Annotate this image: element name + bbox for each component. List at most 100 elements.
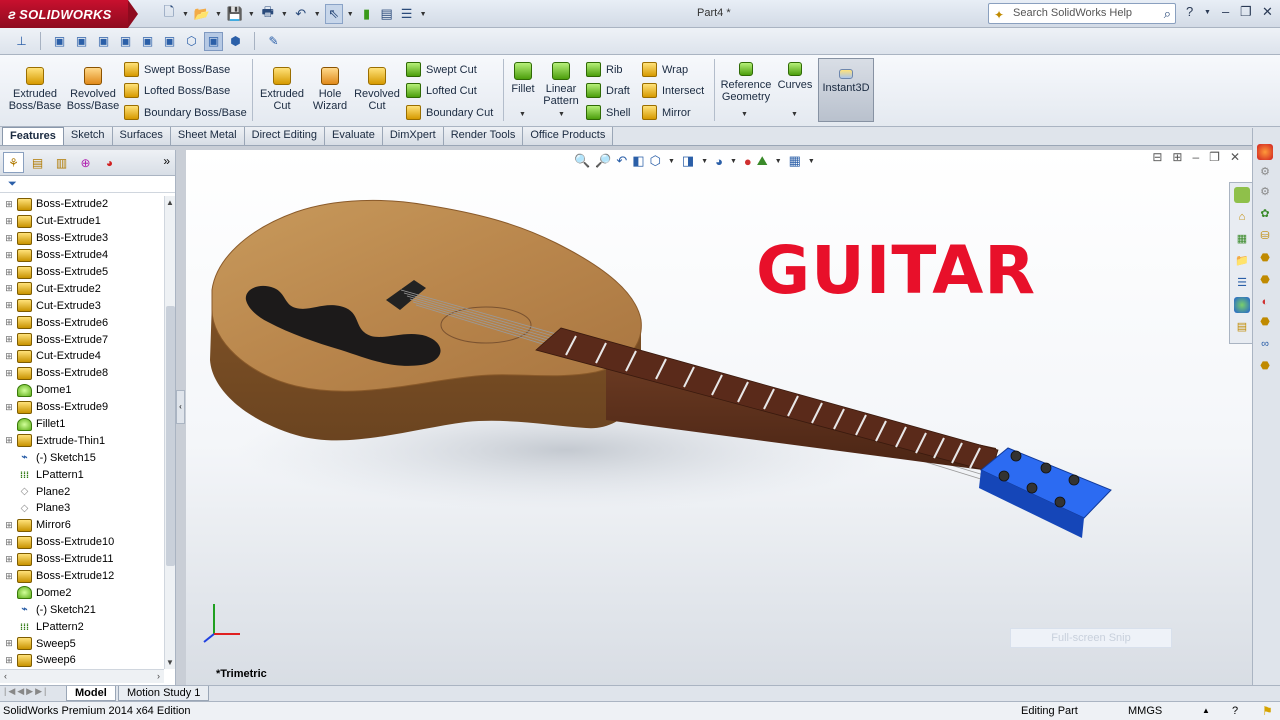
tree-item[interactable]: ⊞ Cut-Extrude3 xyxy=(0,297,164,314)
expand-toggle-icon[interactable]: ⊞ xyxy=(4,554,14,565)
expand-toggle-icon[interactable]: ⊞ xyxy=(4,233,14,244)
scroll-thumb[interactable] xyxy=(166,306,175,566)
tree-item[interactable]: ◇ Plane2 xyxy=(0,483,164,500)
expand-toggle-icon[interactable]: ⊞ xyxy=(4,216,14,227)
tree-item[interactable]: ⊞ Boss-Extrude9 xyxy=(0,399,164,416)
unit-system-button[interactable]: MMGS xyxy=(1128,702,1162,720)
close-icon[interactable]: ✕ xyxy=(1262,4,1273,20)
photoview-icon[interactable]: ◐ xyxy=(1257,294,1273,310)
configuration-manager-tab-icon[interactable]: ▥ xyxy=(51,152,72,173)
expand-toggle-icon[interactable]: ⊞ xyxy=(4,537,14,548)
solidworks-resources-icon[interactable] xyxy=(1234,187,1250,203)
print-dropdown-icon[interactable]: ▼ xyxy=(281,11,288,18)
database-icon[interactable]: ⛁ xyxy=(1257,228,1273,244)
tab-surfaces[interactable]: Surfaces xyxy=(112,127,171,145)
undo-icon[interactable]: ↶ xyxy=(292,4,310,24)
tree-item[interactable]: ⊞ Boss-Extrude12 xyxy=(0,568,164,585)
appearances-icon[interactable] xyxy=(1257,144,1273,160)
intersect-button[interactable]: Intersect xyxy=(642,83,704,98)
panel-collapse-handle[interactable]: ‹ xyxy=(176,390,185,424)
tree-item[interactable]: ⊞ Cut-Extrude2 xyxy=(0,280,164,297)
tree-item[interactable]: ⌁ (-) Sketch21 xyxy=(0,601,164,618)
scroll-down-icon[interactable]: ▼ xyxy=(166,658,174,667)
new-dropdown-icon[interactable]: ▼ xyxy=(182,11,189,18)
tree-item[interactable]: ⊞ Boss-Extrude4 xyxy=(0,247,164,264)
hole-wizard-button[interactable]: Hole Wizard xyxy=(308,67,352,112)
expand-toggle-icon[interactable]: ⊞ xyxy=(4,655,14,666)
trimetric-view-icon[interactable]: ▣ xyxy=(204,31,223,51)
tree-item[interactable]: Fillet1 xyxy=(0,416,164,433)
minimize-icon[interactable]: – xyxy=(1222,4,1229,19)
scroll-up-icon[interactable]: ▲ xyxy=(166,198,174,207)
revolved-cut-button[interactable]: Revolved Cut xyxy=(354,67,400,112)
file-explorer-icon[interactable]: 📁 xyxy=(1234,253,1250,269)
right-view-icon[interactable]: ▣ xyxy=(116,32,135,51)
help-dropdown-icon[interactable]: ▼ xyxy=(1204,9,1211,16)
swept-cut-button[interactable]: Swept Cut xyxy=(406,62,477,77)
normal-to-icon[interactable]: ⊥ xyxy=(12,32,31,51)
display-manager-tab-icon[interactable]: ◕ xyxy=(99,152,120,173)
linear-pattern-button[interactable]: Linear Pattern xyxy=(540,62,582,107)
tab-office-products[interactable]: Office Products xyxy=(523,127,614,145)
tree-horizontal-scrollbar[interactable]: ‹ › xyxy=(0,669,164,683)
rebuild-traffic-light-icon[interactable]: ▮ xyxy=(358,4,376,24)
tree-item[interactable]: Dome2 xyxy=(0,584,164,601)
help-icon[interactable]: ? xyxy=(1186,4,1193,19)
dimetric-view-icon[interactable]: ⬢ xyxy=(226,32,245,51)
front-view-icon[interactable]: ▣ xyxy=(50,32,69,51)
custom-properties-icon[interactable]: ⬣ xyxy=(1257,358,1273,374)
appearances-scenes-icon[interactable] xyxy=(1234,297,1250,313)
view-selector-icon[interactable]: ✎ xyxy=(264,32,283,51)
expand-toggle-icon[interactable]: ⊞ xyxy=(4,283,14,294)
tree-item[interactable]: ⊞ Sweep6 xyxy=(0,652,164,669)
home-icon[interactable]: ⌂ xyxy=(1234,209,1250,225)
options-icon[interactable]: ☰ xyxy=(398,4,416,24)
quick-tips-icon[interactable]: ? xyxy=(1232,702,1238,720)
tree-item[interactable]: ⁞⁞⁞ LPattern1 xyxy=(0,466,164,483)
tab-navigation-arrows-icon[interactable]: |◀◀▶▶| xyxy=(4,686,48,697)
dimxpert-manager-tab-icon[interactable]: ⊕ xyxy=(75,152,96,173)
expand-toggle-icon[interactable]: ⊞ xyxy=(4,520,14,531)
tree-item[interactable]: ⊞ Cut-Extrude4 xyxy=(0,348,164,365)
render-icon[interactable]: ✿ xyxy=(1257,206,1273,222)
tree-item[interactable]: ⊞ Boss-Extrude3 xyxy=(0,230,164,247)
toolbox-icon[interactable]: ⬣ xyxy=(1257,250,1273,266)
tab-sketch[interactable]: Sketch xyxy=(63,127,113,145)
extruded-cut-button[interactable]: Extruded Cut xyxy=(258,67,306,112)
tree-item[interactable]: ⌁ (-) Sketch15 xyxy=(0,449,164,466)
left-view-icon[interactable]: ▣ xyxy=(94,32,113,51)
camera-icon[interactable]: ⬣ xyxy=(1257,314,1273,330)
expand-toggle-icon[interactable]: ⊞ xyxy=(4,199,14,210)
graphics-area[interactable]: 🔍 🔎 ↶ ◧ ⬡▼ ◨▼ ◕▼ ● ⛰▼ ▦▼ ⊟ ⊞ – ❐ ✕ xyxy=(186,150,1252,685)
save-dropdown-icon[interactable]: ▼ xyxy=(248,11,255,18)
tree-item[interactable]: ⊞ Mirror6 xyxy=(0,517,164,534)
expand-toggle-icon[interactable]: ⊞ xyxy=(4,250,14,261)
revolved-boss-button[interactable]: Revolved Boss/Base xyxy=(66,67,120,112)
tree-item[interactable]: ⊞ Boss-Extrude5 xyxy=(0,264,164,281)
tree-item[interactable]: ⊞ Cut-Extrude1 xyxy=(0,213,164,230)
pattern-dropdown-icon[interactable]: ▼ xyxy=(558,111,565,118)
rib-button[interactable]: Rib xyxy=(586,62,623,77)
tree-item[interactable]: ⊞ Boss-Extrude11 xyxy=(0,551,164,568)
lofted-cut-button[interactable]: Lofted Cut xyxy=(406,83,477,98)
open-folder-icon[interactable]: 📂 xyxy=(193,4,211,24)
expand-toggle-icon[interactable]: ⊞ xyxy=(4,317,14,328)
reference-geometry-button[interactable]: Reference Geometry xyxy=(718,62,774,103)
expand-toggle-icon[interactable]: ⊞ xyxy=(4,435,14,446)
magnifier-icon[interactable]: ⌕ xyxy=(1164,4,1171,23)
tab-features[interactable]: Features xyxy=(2,127,64,145)
expand-toggle-icon[interactable]: ⊞ xyxy=(4,351,14,362)
panel-expand-chevron-icon[interactable]: » xyxy=(163,154,170,168)
expand-toggle-icon[interactable]: ⊞ xyxy=(4,638,14,649)
expand-toggle-icon[interactable]: ⊞ xyxy=(4,571,14,582)
expand-toggle-icon[interactable]: ⊞ xyxy=(4,402,14,413)
curves-dropdown-icon[interactable]: ▼ xyxy=(791,111,798,118)
tree-item[interactable]: ⊞ Boss-Extrude8 xyxy=(0,365,164,382)
view-palette-icon[interactable]: ☰ xyxy=(1234,275,1250,291)
scroll-right-icon[interactable]: › xyxy=(157,671,160,681)
fillet-dropdown-icon[interactable]: ▼ xyxy=(519,111,526,118)
options-dropdown-icon[interactable]: ▼ xyxy=(420,11,427,18)
scene-icon[interactable]: ⚙ xyxy=(1257,164,1273,180)
print-icon[interactable]: 🖶 xyxy=(259,4,277,24)
expand-toggle-icon[interactable]: ⊞ xyxy=(4,300,14,311)
